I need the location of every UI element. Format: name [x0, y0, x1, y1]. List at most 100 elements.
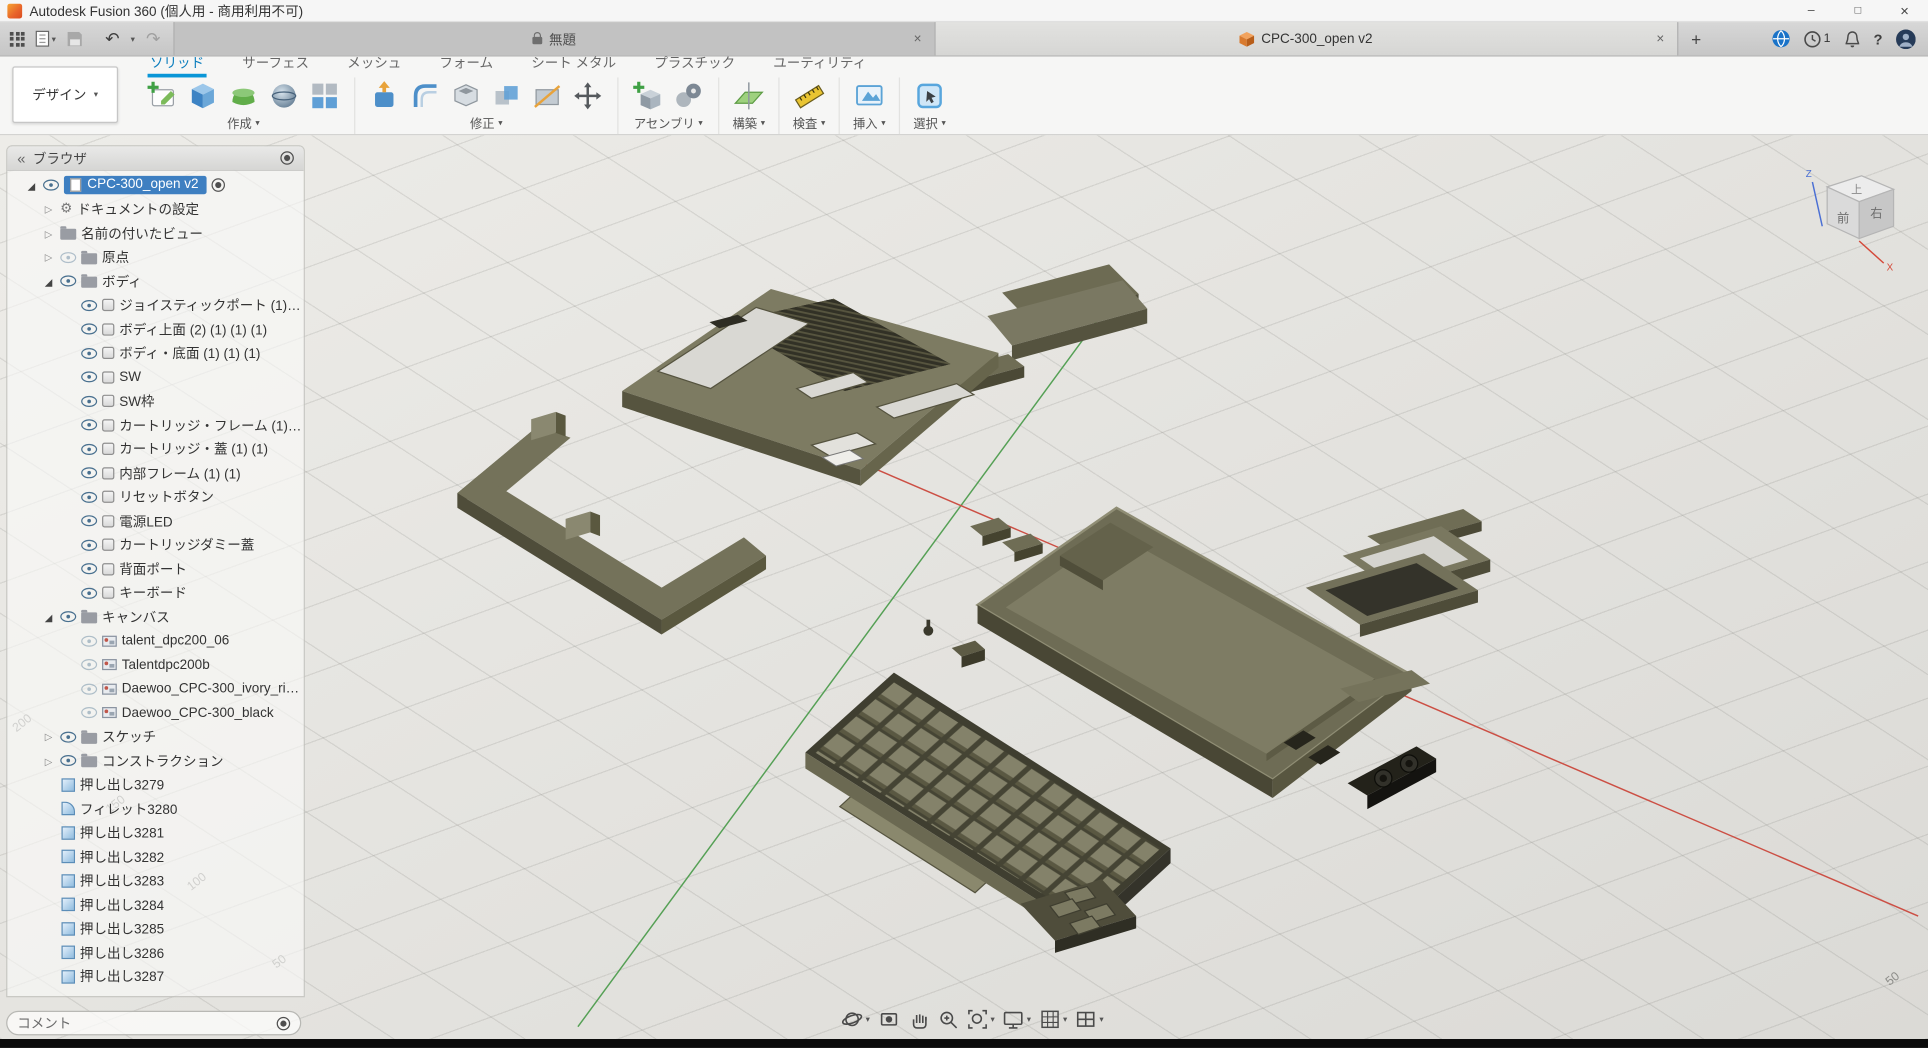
visibility-eye-icon[interactable] [81, 468, 97, 479]
visibility-eye-icon[interactable] [81, 300, 97, 311]
grid-settings-button[interactable] [1038, 1008, 1067, 1030]
model-keyboard[interactable] [805, 673, 1170, 953]
tree-row-body[interactable]: カートリッジ・蓋 (1) (1) [7, 437, 303, 461]
tree-row-sketches-folder[interactable]: スケッチ [7, 725, 303, 749]
measure-button[interactable] [792, 79, 826, 113]
tree-row-feature-extrude[interactable]: 押し出し3284 [7, 893, 303, 917]
tree-row-bodies-folder[interactable]: ボディ [7, 269, 303, 293]
model-top-cover[interactable] [622, 289, 998, 486]
workspace-selector[interactable]: デザイン [12, 66, 118, 123]
tree-row-feature-extrude[interactable]: 押し出し3282 [7, 845, 303, 869]
expander-icon[interactable] [42, 610, 56, 625]
visibility-eye-icon[interactable] [81, 324, 97, 335]
construct-plane-button[interactable] [732, 79, 766, 113]
tree-row-feature-extrude[interactable]: 押し出し3279 [7, 773, 303, 797]
visibility-eye-icon[interactable] [81, 563, 97, 574]
selected-root-label[interactable]: CPC-300_open v2 [64, 176, 206, 194]
visibility-eye-icon[interactable] [81, 348, 97, 359]
create-menu[interactable]: 作成 [227, 113, 260, 131]
tree-row-document-settings[interactable]: ドキュメントの設定 [7, 197, 303, 221]
file-menu-button[interactable] [36, 31, 56, 47]
visibility-eye-icon[interactable] [81, 587, 97, 598]
tree-row-body[interactable]: 電源LED [7, 509, 303, 533]
tab-plastic[interactable]: プラスチック [652, 57, 738, 78]
save-button[interactable] [67, 31, 82, 46]
tree-row-body[interactable]: 内部フレーム (1) (1) [7, 461, 303, 485]
viewcube-top-label[interactable]: 上 [1851, 183, 1862, 196]
undo-chevron-icon[interactable] [131, 34, 135, 44]
redo-button[interactable] [146, 28, 160, 50]
inspect-menu[interactable]: 検査 [793, 113, 826, 131]
joint-button[interactable] [671, 79, 705, 113]
tree-row-feature-extrude[interactable]: 押し出し3283 [7, 869, 303, 893]
tab-solid[interactable]: ソリッド [148, 57, 207, 78]
zoom-button[interactable] [936, 1008, 958, 1030]
help-icon[interactable] [1873, 28, 1882, 50]
tree-row-body[interactable]: ボディ・底面 (1) (1) (1) [7, 341, 303, 365]
press-pull-button[interactable] [368, 79, 402, 113]
tree-row-feature-extrude[interactable]: 押し出し3287 [7, 965, 303, 989]
collapse-panel-icon[interactable] [17, 149, 25, 166]
tree-row-named-views[interactable]: 名前の付いたビュー [7, 221, 303, 245]
view-cube[interactable]: 上 前 右 Z X [1793, 160, 1921, 273]
tree-row-canvases-folder[interactable]: キャンバス [7, 605, 303, 629]
expander-icon[interactable] [25, 178, 39, 193]
insert-button[interactable] [852, 79, 886, 113]
look-at-button[interactable] [877, 1008, 899, 1030]
avatar[interactable] [1896, 29, 1916, 49]
expander-icon[interactable] [42, 202, 56, 217]
app-menu-icon[interactable] [10, 31, 25, 46]
comment-box[interactable]: コメント [6, 1011, 301, 1036]
visibility-eye-icon[interactable] [81, 444, 97, 455]
fillet-button[interactable] [408, 79, 442, 113]
visibility-eye-icon[interactable] [60, 276, 76, 287]
close-tab-icon[interactable] [1656, 31, 1664, 46]
expander-icon[interactable] [42, 753, 56, 768]
visibility-eye-icon[interactable] [81, 516, 97, 527]
bell-icon[interactable] [1844, 30, 1860, 47]
visibility-eye-icon[interactable] [81, 372, 97, 383]
undo-button[interactable] [105, 28, 119, 50]
model-inner-frame[interactable] [457, 412, 766, 635]
tree-row-canvas[interactable]: Daewoo_CPC-300_ivory_right... [7, 677, 303, 701]
construct-menu[interactable]: 構築 [733, 113, 766, 131]
tree-row-origin[interactable]: 原点 [7, 245, 303, 269]
expander-icon[interactable] [42, 274, 56, 289]
tree-row-body[interactable]: ジョイスティックポート (1) (1) (1) [7, 293, 303, 317]
close-window-button[interactable] [1881, 0, 1928, 21]
move-button[interactable] [571, 79, 605, 113]
display-settings-button[interactable] [1002, 1008, 1031, 1030]
tree-row-body[interactable]: 背面ポート [7, 557, 303, 581]
viewports-button[interactable] [1075, 1008, 1104, 1030]
tree-row-canvas[interactable]: talent_dpc200_06 [7, 629, 303, 653]
tree-row-body[interactable]: SW [7, 365, 303, 389]
visibility-eye-icon[interactable] [81, 539, 97, 550]
minimize-button[interactable] [1788, 0, 1835, 21]
viewcube-right-label[interactable]: 右 [1870, 206, 1882, 221]
tree-row-feature-extrude[interactable]: 押し出し3281 [7, 821, 303, 845]
visibility-eye-icon[interactable] [81, 659, 97, 670]
expander-icon[interactable] [42, 729, 56, 744]
maximize-button[interactable] [1835, 0, 1882, 21]
visibility-eye-icon[interactable] [60, 252, 76, 263]
visibility-eye-icon[interactable] [81, 683, 97, 694]
orbit-button[interactable] [841, 1008, 870, 1030]
visibility-eye-icon[interactable] [81, 396, 97, 407]
revolve-button[interactable] [267, 79, 301, 113]
browser-header[interactable]: ブラウザ [7, 146, 303, 171]
options-icon[interactable] [277, 1016, 291, 1030]
tab-mesh[interactable]: メッシュ [345, 57, 404, 78]
new-component-button[interactable] [631, 79, 665, 113]
activate-component-icon[interactable] [211, 179, 225, 193]
tab-form[interactable]: フォーム [437, 57, 496, 78]
visibility-eye-icon[interactable] [81, 492, 97, 503]
tree-row-body[interactable]: SW枠 [7, 389, 303, 413]
visibility-eye-icon[interactable] [81, 420, 97, 431]
assemble-menu[interactable]: アセンブリ [634, 113, 703, 131]
visibility-eye-icon[interactable] [60, 731, 76, 742]
select-menu[interactable]: 選択 [913, 113, 946, 131]
modify-menu[interactable]: 修正 [470, 113, 503, 131]
pattern-button[interactable] [307, 79, 341, 113]
new-tab-button[interactable] [1678, 22, 1715, 55]
tree-row-canvas[interactable]: Daewoo_CPC-300_black [7, 701, 303, 725]
